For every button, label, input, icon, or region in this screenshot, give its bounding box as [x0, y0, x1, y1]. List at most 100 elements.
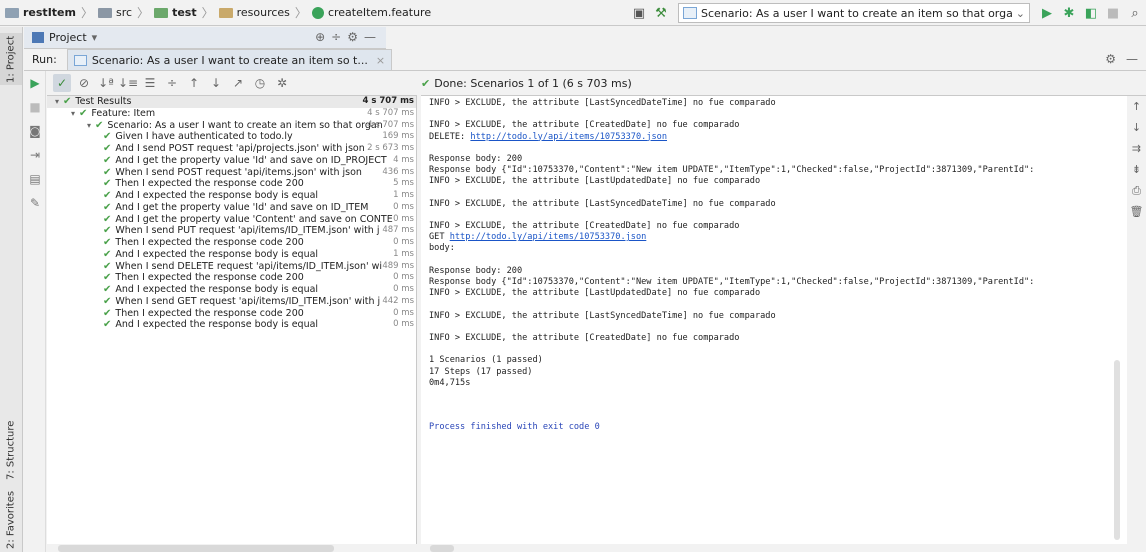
console-line: INFO > EXCLUDE, the attribute [LastUpdat…: [429, 288, 1127, 299]
test-tree-row[interactable]: ▾ ✔ Feature: Item 4 s 707 ms: [47, 108, 416, 120]
pin-icon[interactable]: ✎: [24, 191, 46, 215]
test-tree-row[interactable]: ✔ Then I expected the response code 200 0 …: [47, 272, 416, 284]
console-link[interactable]: http://todo.ly/api/items/10753370.json: [470, 132, 667, 142]
layout-icon[interactable]: ▣: [628, 2, 650, 24]
soft-wrap-icon[interactable]: ⇉: [1128, 138, 1146, 159]
show-passed-icon[interactable]: ✓: [53, 74, 71, 92]
test-tree-row[interactable]: ✔ And I expected the response body is equ…: [47, 190, 416, 202]
next-test-icon[interactable]: ↓: [207, 74, 225, 92]
passed-check-icon: ✔: [103, 225, 112, 237]
console-text: body:: [429, 243, 455, 254]
chevron-down-icon[interactable]: ▾: [55, 96, 59, 108]
test-tree-row[interactable]: ✔ And I send POST request 'api/projects.j…: [47, 143, 416, 155]
breadcrumb-item[interactable]: src: [97, 6, 132, 19]
test-tree-row[interactable]: ✔ Then I expected the response code 200 0 …: [47, 308, 416, 320]
test-tree-row[interactable]: ✔ And I get the property value 'Id' and s…: [47, 155, 416, 167]
chevron-down-icon[interactable]: ▾: [92, 31, 98, 44]
chevron-down-icon[interactable]: ▾: [87, 120, 91, 132]
sort-duration-icon[interactable]: ↓≡: [118, 74, 138, 92]
export-results-icon[interactable]: ↗: [229, 74, 247, 92]
rerun-icon[interactable]: ▶: [24, 71, 46, 95]
run-configuration-select[interactable]: Scenario: As a user I want to create an …: [678, 3, 1030, 23]
console-link[interactable]: http://todo.ly/api/items/10753370.json: [450, 232, 647, 242]
test-duration: 0 ms: [393, 284, 414, 294]
test-tree-row[interactable]: ✔ When I send GET request 'api/items/ID_I…: [47, 296, 416, 308]
layout-icon[interactable]: ▤: [24, 167, 46, 191]
test-duration: 1 ms: [393, 248, 414, 259]
previous-test-icon[interactable]: ↑: [185, 74, 203, 92]
show-ignored-icon[interactable]: ⊘: [75, 74, 93, 92]
console-line: Response body: 200: [429, 266, 1127, 277]
debug-icon[interactable]: ✱: [1058, 2, 1080, 24]
tab-project[interactable]: 1: Project: [0, 33, 22, 85]
chevron-down-icon[interactable]: ▾: [71, 108, 75, 120]
export-icon[interactable]: ⇥: [24, 143, 46, 167]
hide-icon[interactable]: —: [364, 30, 376, 44]
test-tree-row[interactable]: ✔ And I get the property value 'Id' and s…: [47, 202, 416, 214]
resources-folder-icon: [218, 7, 233, 18]
gear-icon[interactable]: ⚙: [347, 30, 358, 44]
camera-icon[interactable]: ◙: [24, 119, 46, 143]
test-tree-row[interactable]: ✔ When I send PUT request 'api/items/ID_I…: [47, 225, 416, 237]
test-tree-row[interactable]: ✔ Then I expected the response code 200 5 …: [47, 178, 416, 190]
test-tree-row[interactable]: ✔ And I expected the response body is equ…: [47, 284, 416, 296]
test-duration: 4 s 707 ms: [367, 107, 414, 118]
console-text: INFO > EXCLUDE, the attribute [LastSynce…: [429, 198, 776, 209]
scroll-down-icon[interactable]: ↓: [1128, 117, 1146, 138]
trash-icon[interactable]: 🗑: [1128, 201, 1146, 222]
console-text: Response body: 200: [429, 265, 523, 276]
gear-icon[interactable]: ⚙: [1105, 52, 1116, 66]
test-tree-row[interactable]: ✔ Then I expected the response code 200 0 …: [47, 237, 416, 249]
breadcrumb-separator: 〉: [201, 6, 214, 20]
stop-icon[interactable]: ■: [1102, 2, 1124, 24]
console-line: INFO > EXCLUDE, the attribute [CreatedDa…: [429, 333, 1127, 344]
collapse-all-icon[interactable]: ÷: [163, 74, 181, 92]
history-icon[interactable]: ◷: [251, 74, 269, 92]
collapse-icon[interactable]: ÷: [331, 30, 341, 44]
console-text: INFO > EXCLUDE, the attribute [LastUpdat…: [429, 288, 761, 299]
sort-alpha-icon[interactable]: ↓ª: [97, 74, 115, 92]
stop-icon[interactable]: ■: [24, 95, 46, 119]
scroll-to-end-icon[interactable]: ⇟: [1128, 159, 1146, 180]
expand-all-icon[interactable]: ☰: [141, 74, 159, 92]
breadcrumb-item[interactable]: restItem: [5, 6, 76, 19]
console-line: Response body {"Id":10753370,"Content":"…: [429, 165, 1127, 176]
test-tree-row[interactable]: ▾ ✔ Test Results 4 s 707 ms: [47, 96, 416, 108]
hide-icon[interactable]: —: [1126, 52, 1138, 66]
test-tree-row[interactable]: ✔ When I send DELETE request 'api/items/I…: [47, 261, 416, 273]
tree-horizontal-scrollbar[interactable]: [58, 545, 334, 552]
gear-icon[interactable]: ✲: [273, 74, 291, 92]
project-panel-title[interactable]: Project: [49, 31, 87, 44]
console-text: Response body {"Id":10753370,"Content":"…: [429, 277, 1035, 287]
print-icon[interactable]: ⎙: [1128, 180, 1146, 201]
run-tab[interactable]: Scenario: As a user I want to create an …: [66, 49, 393, 70]
passed-check-icon: ✔: [103, 319, 112, 331]
run-tab-title: Scenario: As a user I want to create an …: [91, 53, 368, 67]
tab-structure[interactable]: 7: Structure: [0, 419, 22, 481]
test-tree-row[interactable]: ▾ ✔ Scenario: As a user I want to create a…: [47, 120, 416, 132]
test-tree-row[interactable]: ✔ And I expected the response body is equ…: [47, 319, 416, 331]
breadcrumb-item[interactable]: test: [154, 6, 197, 19]
console-horizontal-scrollbar[interactable]: [430, 545, 454, 552]
scroll-up-icon[interactable]: ↑: [1128, 96, 1146, 117]
test-tree-row[interactable]: ✔ When I send POST request 'api/items.jso…: [47, 167, 416, 179]
search-icon[interactable]: ⌕: [1124, 2, 1146, 24]
locate-icon[interactable]: ⊕: [315, 30, 325, 44]
test-duration: 442 ms: [382, 295, 414, 306]
folder-icon: [97, 7, 112, 18]
breadcrumb-item[interactable]: createItem.feature: [311, 6, 431, 19]
run-icon[interactable]: ▶: [1036, 2, 1058, 24]
test-tree-row[interactable]: ✔ And I expected the response body is equ…: [47, 249, 416, 261]
test-tree-row[interactable]: ✔ Given I have authenticated to todo.ly 16…: [47, 131, 416, 143]
coverage-icon[interactable]: ◧: [1080, 2, 1102, 24]
build-hammer-icon[interactable]: ⚒: [650, 2, 672, 24]
close-icon[interactable]: ×: [376, 54, 385, 67]
console-vertical-scrollbar[interactable]: [1114, 360, 1120, 540]
tab-favorites[interactable]: 2: Favorites: [0, 489, 22, 551]
test-tree-row[interactable]: ✔ And I get the property value 'Content' …: [47, 214, 416, 226]
breadcrumb-item[interactable]: resources: [218, 6, 290, 19]
